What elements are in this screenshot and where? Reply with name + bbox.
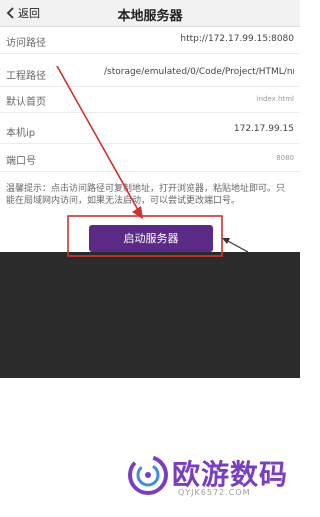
default-home-value[interactable]: index.html [257,95,294,103]
brand-name: 欧游数码 [172,458,289,491]
brand-url: QYJK6572.COM [178,488,251,497]
access-path-row[interactable]: 访问路径 http://172.17.99.15:8080 [0,27,300,54]
annotation-arrow-side [225,239,249,253]
project-path-row[interactable]: 工程路径 /storage/emulated/0/Code/Project/HT… [0,60,300,87]
title-bar: 返回 本地服务器 [0,0,300,27]
page-title: 本地服务器 [117,9,183,24]
watermark: 欧游数码 QYJK6572.COM [122,448,300,508]
dark-panel [0,252,300,378]
local-ip-row: 本机ip 172.17.99.15 [0,117,300,144]
local-ip-value: 172.17.99.15 [233,124,294,134]
annotation-arrowhead [132,206,143,219]
port-label: 端口号 [6,156,36,167]
brand-logo-icon [128,455,168,495]
access-path-value[interactable]: http://172.17.99.15:8080 [180,34,294,44]
project-path-value[interactable]: /storage/emulated/0/Code/Project/HTML/nn [104,67,294,77]
annotation-arrowhead-side [222,238,230,244]
project-path-label: 工程路径 [6,71,46,82]
default-home-label: 默认首页 [6,97,46,108]
local-ip-label: 本机ip [6,128,36,139]
tip-text: 温馨提示：点击访问路径可复制地址，打开浏览器，粘贴地址即可。只能在局域网内访问，… [6,184,286,206]
default-home-row[interactable]: 默认首页 index.html [0,86,300,113]
start-server-button[interactable]: 启动服务器 [89,225,213,252]
port-value[interactable]: 8080 [276,154,294,162]
access-path-label: 访问路径 [6,38,46,49]
port-row[interactable]: 端口号 8080 [0,145,300,172]
